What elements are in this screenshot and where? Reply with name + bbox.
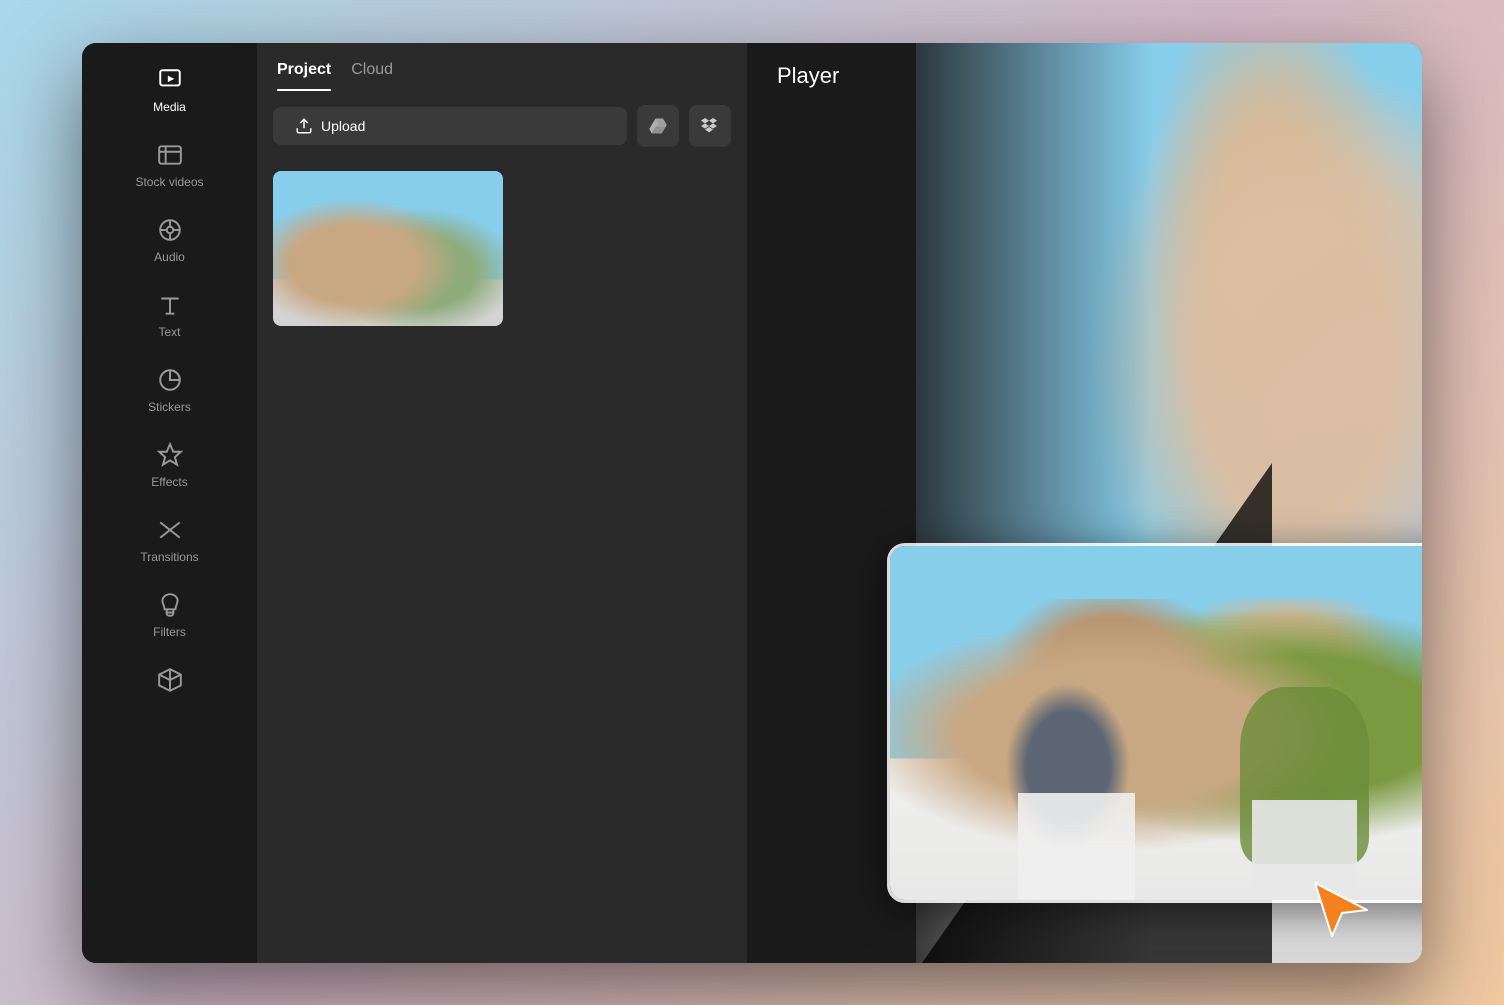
- sidebar-filters-label: Filters: [153, 625, 186, 639]
- sidebar-item-effects[interactable]: Effects: [82, 428, 257, 503]
- upload-button[interactable]: Upload: [273, 107, 627, 145]
- transitions-icon: [157, 517, 183, 543]
- upload-label: Upload: [321, 118, 365, 134]
- media-thumbnail-0[interactable]: [273, 171, 503, 326]
- tabs-bar: Project Cloud: [257, 43, 747, 91]
- sidebar-item-transitions[interactable]: Transitions: [82, 503, 257, 578]
- sidebar-item-media[interactable]: Media: [82, 53, 257, 128]
- sidebar-text-label: Text: [158, 325, 180, 339]
- content-row: Project Cloud Upload: [257, 43, 1422, 963]
- sidebar-stickers-label: Stickers: [148, 400, 191, 414]
- toolbar: Upload: [257, 91, 747, 161]
- sidebar-item-audio[interactable]: Audio: [82, 203, 257, 278]
- effects-icon: [157, 442, 183, 468]
- media-icon: [157, 67, 183, 93]
- sidebar-media-label: Media: [153, 100, 186, 114]
- audio-icon: [157, 217, 183, 243]
- player-area: Player: [747, 43, 1422, 963]
- stock-videos-icon: [157, 142, 183, 168]
- cursor-icon: [1307, 878, 1372, 943]
- sidebar-stock-label: Stock videos: [135, 175, 203, 189]
- upload-icon: [295, 117, 313, 135]
- sidebar-effects-label: Effects: [151, 475, 187, 489]
- app-window: Media Stock videos Audio: [82, 43, 1422, 963]
- text-icon: [157, 292, 183, 318]
- sidebar-transitions-label: Transitions: [140, 550, 198, 564]
- filters-icon: [157, 592, 183, 618]
- google-drive-button[interactable]: [637, 105, 679, 147]
- sidebar-item-text[interactable]: Text: [82, 278, 257, 353]
- dropbox-button[interactable]: [689, 105, 731, 147]
- sidebar-item-filters[interactable]: Filters: [82, 578, 257, 653]
- google-drive-icon: [648, 116, 668, 136]
- sidebar-audio-label: Audio: [154, 250, 185, 264]
- dropbox-icon: [700, 116, 720, 136]
- tab-cloud[interactable]: Cloud: [351, 61, 393, 91]
- focused-image: [887, 543, 1422, 903]
- sidebar-item-stickers[interactable]: Stickers: [82, 353, 257, 428]
- sidebar-item-stock-videos[interactable]: Stock videos: [82, 128, 257, 203]
- sidebar-item-3d[interactable]: [82, 653, 257, 707]
- player-label: Player: [777, 63, 839, 89]
- thumbnail-image-0: [273, 171, 503, 326]
- tab-project[interactable]: Project: [277, 61, 331, 91]
- sidebar: Media Stock videos Audio: [82, 43, 257, 963]
- left-panel: Project Cloud Upload: [257, 43, 747, 963]
- media-grid: [257, 161, 747, 963]
- focused-photo: [890, 546, 1422, 900]
- threed-icon: [157, 667, 183, 693]
- stickers-icon: [157, 367, 183, 393]
